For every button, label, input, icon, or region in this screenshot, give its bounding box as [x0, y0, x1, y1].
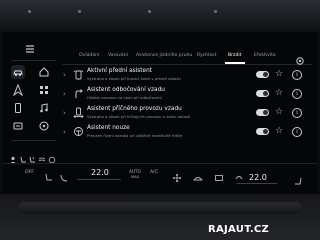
media-icon[interactable]: [37, 101, 51, 115]
rail-divider: [11, 60, 56, 61]
left-temperature[interactable]: 22.0: [91, 168, 109, 177]
watermark: RAJAUT.CZ: [208, 224, 270, 235]
gear-icon[interactable]: [295, 51, 305, 65]
bezel-light: [78, 10, 81, 13]
defrost-front-icon[interactable]: [193, 168, 203, 181]
chevron-right-icon: ›: [63, 128, 66, 136]
settings-tab-bar: Ovládání Varování Asistence jízdního pru…: [62, 50, 312, 65]
left-temperature-slider[interactable]: [77, 179, 121, 180]
list-item-title: Asistent příčného provozu vzadu: [87, 106, 182, 112]
bezel-light: [148, 10, 151, 13]
star-icon[interactable]: ☆: [275, 107, 283, 117]
seat-heating-left-icon[interactable]: [43, 168, 53, 181]
star-icon[interactable]: ☆: [275, 69, 283, 79]
dashboard-bezel-bottom: [0, 194, 320, 240]
emergency-assist-icon: [74, 127, 83, 136]
tab-brzdit[interactable]: Brzdit: [228, 53, 241, 58]
list-item-description: Výstraha a zásah při hrozící kolizi v př…: [87, 76, 181, 81]
toggle-knob: [263, 110, 268, 115]
enable-toggle[interactable]: [256, 128, 269, 135]
tab-rychlost[interactable]: Rychlost: [197, 53, 216, 58]
rail-divider: [11, 140, 56, 141]
chevron-right-icon: ›: [63, 71, 66, 79]
seat-heating-right-icon[interactable]: [294, 172, 304, 185]
chevron-right-icon: ›: [63, 109, 66, 117]
info-icon[interactable]: i: [292, 108, 302, 118]
trim-ridge: [18, 202, 302, 214]
left-shortcut-rail: [3, 32, 60, 164]
enable-toggle[interactable]: [256, 71, 269, 78]
left-climate-off-button[interactable]: OFF: [25, 170, 34, 175]
car-settings-icon[interactable]: [11, 65, 25, 79]
toggle-knob: [263, 72, 268, 77]
chevron-right-icon: ›: [63, 90, 66, 98]
list-item-title: Asistent odbočování vzadu: [87, 87, 165, 93]
list-item-description: Převzetí řízení vozidla při zjištěné nea…: [87, 133, 183, 138]
front-assist-icon: [73, 70, 84, 80]
auto-button[interactable]: AUTO: [129, 169, 141, 174]
phone-icon[interactable]: [11, 101, 25, 115]
menu-icon[interactable]: [23, 42, 37, 56]
dashboard-bezel-top: [0, 0, 320, 32]
tab-efektivita[interactable]: Efektivita: [254, 53, 276, 58]
info-icon[interactable]: i: [292, 127, 302, 137]
navigation-icon[interactable]: [11, 83, 25, 97]
bezel-light: [28, 10, 31, 13]
star-icon[interactable]: ☆: [275, 126, 283, 136]
right-temperature-slider[interactable]: [237, 183, 277, 184]
tab-ovladani[interactable]: Ovládání: [79, 53, 99, 58]
parking-icon[interactable]: [37, 119, 51, 133]
list-item-asistent-pricneho-provozu-vzadu[interactable]: › Asistent příčného provozu vzadu Výstra…: [60, 104, 310, 123]
enable-toggle[interactable]: [256, 90, 269, 97]
tab-asistence-jizdniho-pruhu[interactable]: Asistence jízdního pruhu: [136, 53, 192, 58]
info-icon[interactable]: i: [292, 70, 302, 80]
ventilation-icon[interactable]: [38, 149, 46, 162]
list-item-description: Hlídání provozu za vámi při odbočování: [87, 95, 162, 100]
vehicle-status-icon[interactable]: [11, 119, 25, 133]
list-item-asistent-nouze[interactable]: › Asistent nouze Převzetí řízení vozidla…: [60, 123, 310, 142]
rear-cross-traffic-icon: [73, 107, 84, 118]
enable-toggle[interactable]: [256, 109, 269, 116]
active-tab-indicator: [225, 62, 245, 64]
seat-icon[interactable]: [19, 149, 27, 163]
heated-seat-icon[interactable]: [28, 149, 36, 163]
steering-heat-icon[interactable]: [48, 149, 56, 164]
right-temperature[interactable]: 22.0: [249, 173, 267, 182]
star-icon[interactable]: ☆: [275, 88, 283, 98]
turn-assist-icon: [75, 89, 83, 98]
recirculation-icon[interactable]: [234, 168, 244, 180]
list-item-asistent-odbocovani-vzadu[interactable]: › Asistent odbočování vzadu Hlídání prov…: [60, 85, 310, 104]
phone-climate-icon[interactable]: [59, 168, 69, 182]
bezel-light: [214, 10, 217, 13]
list-item-aktivni-predni-asistent[interactable]: › Aktivní přední asistent Výstraha a zás…: [60, 66, 310, 85]
profile-icon[interactable]: [9, 149, 17, 164]
ac-button[interactable]: A/C: [150, 170, 158, 175]
list-item-description: Výstraha a zásah při křížujícím provozu …: [87, 114, 191, 119]
defrost-rear-icon[interactable]: [214, 168, 224, 181]
toggle-knob: [263, 129, 268, 134]
toggle-knob: [263, 91, 268, 96]
climate-bar: OFF 22.0 AUTO MAX A/C 22.0: [3, 163, 317, 186]
apps-icon[interactable]: [37, 83, 51, 97]
auto-max-label: MAX: [131, 175, 140, 179]
info-icon[interactable]: i: [292, 89, 302, 99]
list-item-title: Aktivní přední asistent: [87, 68, 153, 74]
tab-varovani[interactable]: Varování: [108, 53, 128, 58]
list-item-title: Asistent nouze: [87, 125, 130, 131]
home-icon[interactable]: [37, 65, 51, 79]
fan-icon[interactable]: [172, 168, 182, 182]
